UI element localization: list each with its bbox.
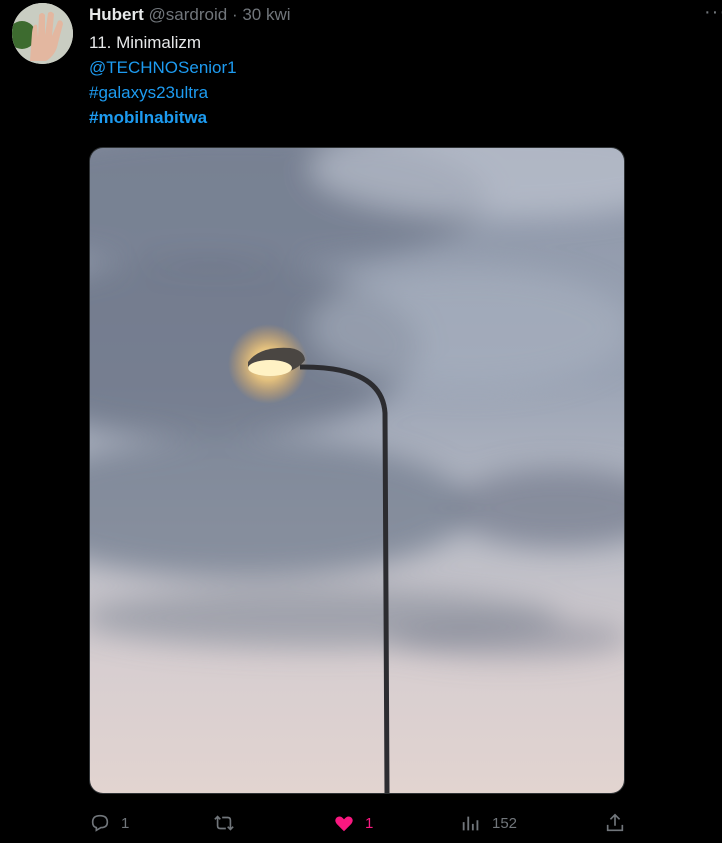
separator-dot: · — [231, 5, 238, 24]
reply-count: 1 — [121, 814, 130, 832]
views-count: 152 — [492, 814, 518, 832]
tweet-header: Hubert @sardroid · 30 kwi — [89, 4, 291, 26]
like-count: 1 — [365, 814, 374, 832]
views-icon — [462, 816, 479, 831]
street-lamp-photo — [90, 148, 624, 793]
views-button[interactable]: 152 — [460, 808, 517, 838]
reply-icon — [91, 814, 109, 832]
avatar[interactable] — [12, 3, 73, 64]
like-icon — [335, 816, 353, 832]
action-bar: 1 1 152 — [89, 808, 629, 838]
reply-button[interactable]: 1 — [89, 808, 129, 838]
hashtag-link-galaxys23ultra[interactable]: #galaxys23ultra — [89, 82, 208, 104]
share-icon — [606, 813, 624, 832]
retweet-icon — [214, 815, 234, 831]
mention-link[interactable]: @TECHNOSenior1 — [89, 57, 237, 79]
tweet-text-line: 11. Minimalizm — [89, 33, 202, 52]
tweet-time[interactable]: 30 kwi — [242, 5, 290, 24]
tweet-photo[interactable] — [89, 147, 625, 794]
share-button[interactable] — [604, 808, 626, 838]
retweet-button[interactable] — [213, 808, 235, 838]
more-options-icon[interactable]: ··· — [704, 2, 722, 22]
avatar-hand-image — [12, 3, 73, 64]
author-handle[interactable]: @sardroid — [149, 5, 228, 24]
hashtag-link-mobilnabitwa[interactable]: #mobilnabitwa — [89, 107, 207, 129]
like-button[interactable]: 1 — [333, 808, 373, 838]
author-name[interactable]: Hubert — [89, 5, 144, 24]
